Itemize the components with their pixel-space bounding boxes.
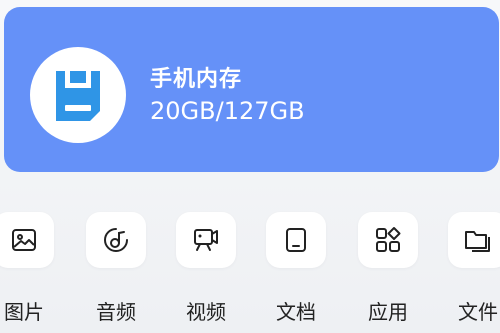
category-grid: 图片 音频 视频 文档 应用 文件 (0, 212, 500, 333)
music-icon (104, 228, 128, 252)
image-icon (12, 229, 36, 251)
storage-icon-badge (30, 47, 126, 143)
folder-icon (465, 231, 490, 252)
category-documents-tile[interactable] (266, 212, 326, 268)
category-images-label: 图片 (4, 300, 44, 324)
category-audio-label: 音频 (96, 300, 136, 324)
apps-icon (376, 227, 401, 252)
document-icon (286, 228, 306, 252)
category-apps[interactable]: 应用 (358, 212, 422, 333)
category-video-tile[interactable] (176, 212, 236, 268)
category-images-tile[interactable] (0, 212, 54, 268)
category-documents[interactable]: 文档 (266, 212, 330, 333)
category-video[interactable]: 视频 (176, 212, 240, 333)
category-files-tile[interactable] (448, 212, 500, 268)
video-icon (194, 229, 218, 251)
storage-usage: 20GB/127GB (150, 97, 305, 125)
phone-storage-card[interactable]: 手机内存 20GB/127GB (4, 7, 499, 172)
file-manager-home: 手机内存 20GB/127GB 图片 音频 视频 文档 应用 文件 (0, 0, 500, 333)
category-audio[interactable]: 音频 (86, 212, 150, 333)
category-audio-tile[interactable] (86, 212, 146, 268)
category-video-label: 视频 (186, 300, 226, 324)
category-files[interactable]: 文件 (448, 212, 500, 333)
sd-card-icon (56, 71, 100, 121)
category-documents-label: 文档 (276, 300, 316, 324)
category-images[interactable]: 图片 (0, 212, 58, 333)
storage-title: 手机内存 (150, 67, 243, 92)
category-apps-tile[interactable] (358, 212, 418, 268)
category-apps-label: 应用 (368, 300, 408, 324)
category-files-label: 文件 (458, 300, 498, 324)
